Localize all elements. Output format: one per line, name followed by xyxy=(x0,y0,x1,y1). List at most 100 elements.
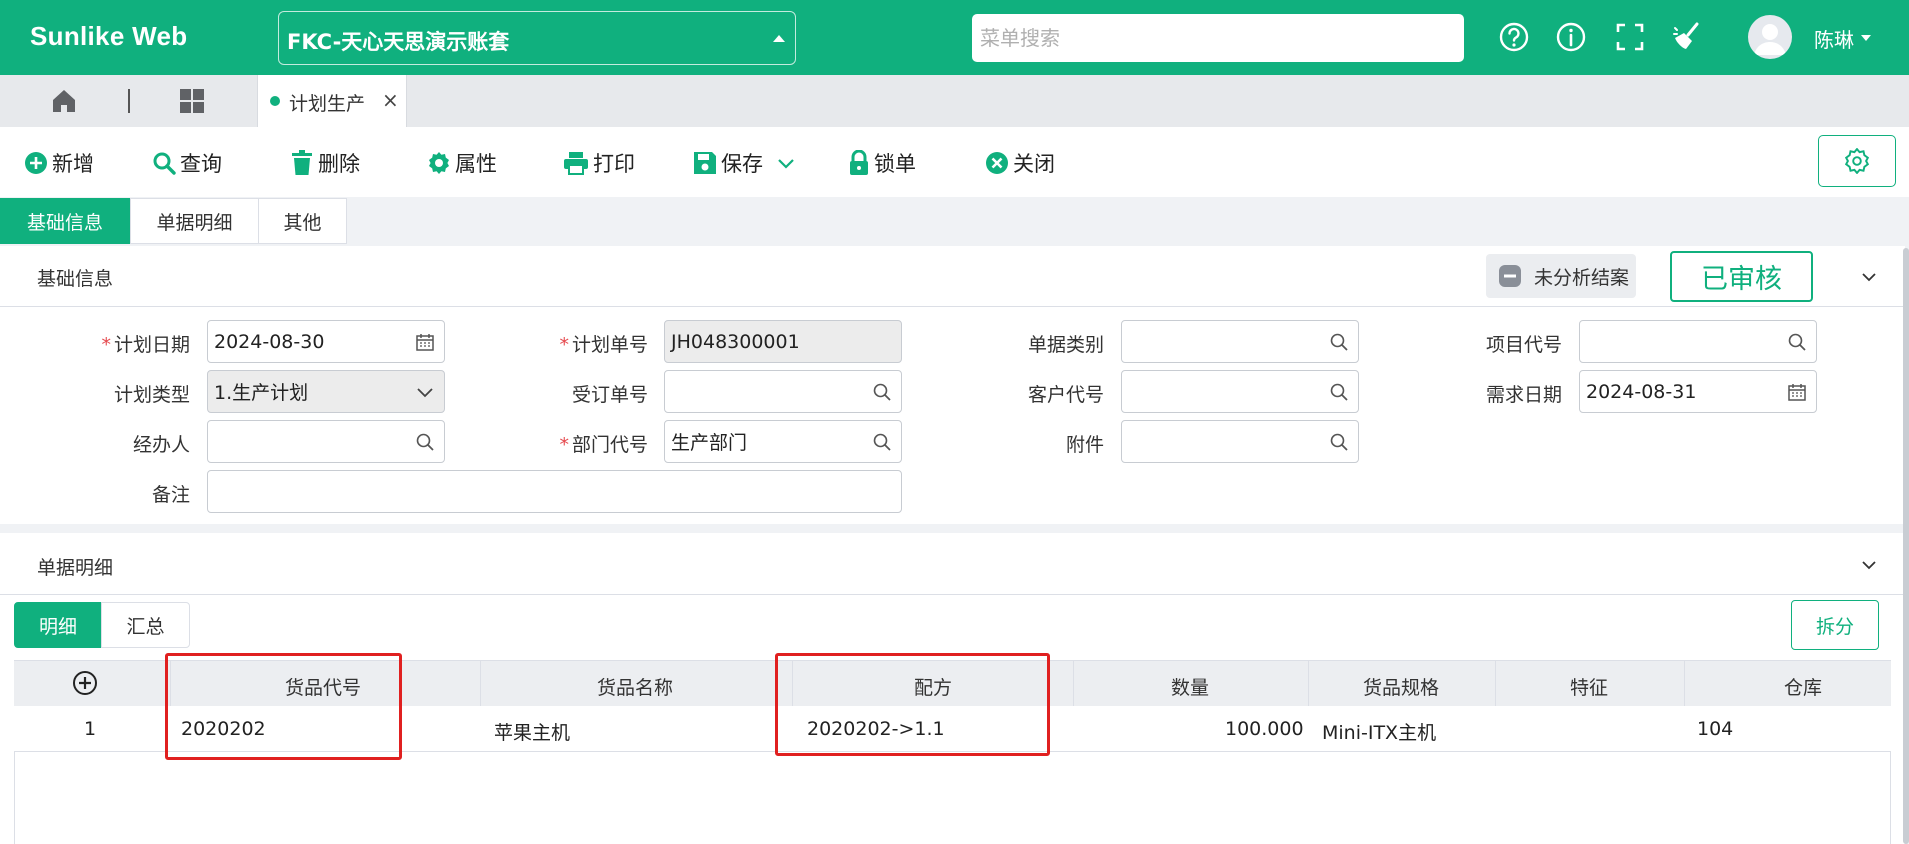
label-plan-date: * 计划日期 xyxy=(101,334,190,356)
tab-other[interactable]: 其他 xyxy=(258,198,347,244)
split-button[interactable]: 拆分 xyxy=(1791,600,1879,650)
cell-spec[interactable]: Mini-ITX主机 xyxy=(1322,718,1436,745)
label-demand-date: 需求日期 xyxy=(1485,384,1562,406)
col-warehouse[interactable]: 仓库 xyxy=(1784,673,1822,700)
floppy-disk-icon xyxy=(694,152,716,174)
add-row-icon[interactable] xyxy=(72,670,98,696)
approved-stamp: 已审核 xyxy=(1670,251,1813,302)
menu-search-input[interactable] xyxy=(972,14,1464,62)
chevron-down-icon[interactable] xyxy=(1862,558,1876,572)
unanalyzed-label: 未分析结案 xyxy=(1534,266,1630,289)
basic-info-title: 基础信息 xyxy=(37,268,114,290)
doc-type-field[interactable] xyxy=(1121,320,1359,363)
delete-button[interactable]: 删除 xyxy=(290,149,360,177)
row-index: 1 xyxy=(84,718,97,740)
print-button[interactable]: 打印 xyxy=(563,149,635,177)
label-order-no: 受订单号 xyxy=(571,384,648,406)
grid-apps-icon[interactable] xyxy=(178,87,206,115)
subtab-detail[interactable]: 明细 xyxy=(14,602,102,648)
vertical-scrollbar[interactable] xyxy=(1903,248,1909,844)
cell-product-name[interactable]: 苹果主机 xyxy=(494,718,570,745)
tab-basic-info[interactable]: 基础信息 xyxy=(0,198,130,244)
chevron-down-icon[interactable] xyxy=(415,382,435,402)
caret-up-icon xyxy=(773,35,785,42)
close-circle-icon xyxy=(986,152,1008,174)
home-icon[interactable] xyxy=(50,87,78,115)
plan-no-value: JH048300001 xyxy=(671,330,800,353)
info-icon[interactable] xyxy=(1554,20,1588,54)
label-customer-code: 客户代号 xyxy=(1027,384,1104,406)
cell-quantity[interactable]: 100.000 xyxy=(1225,718,1304,740)
col-quantity[interactable]: 数量 xyxy=(1171,673,1209,700)
demand-date-field[interactable]: 2024-08-31 xyxy=(1579,370,1817,413)
broom-icon[interactable] xyxy=(1670,20,1704,54)
search-icon[interactable] xyxy=(1329,382,1349,402)
unanalyzed-badge: 未分析结案 xyxy=(1486,254,1636,298)
project-code-field[interactable] xyxy=(1579,320,1817,363)
query-button[interactable]: 查询 xyxy=(152,149,222,177)
label-plan-no: * 计划单号 xyxy=(559,334,648,356)
toolbar: 新增 查询 删除 属性 打印 保存 锁单 关闭 xyxy=(0,127,1909,197)
tab-divider xyxy=(128,89,130,113)
order-no-field[interactable] xyxy=(664,370,902,413)
dept-code-value: 生产部门 xyxy=(671,432,748,454)
help-icon[interactable] xyxy=(1497,20,1531,54)
tab-plan-production[interactable]: 计划生产 × xyxy=(257,75,407,127)
calendar-icon[interactable] xyxy=(1787,382,1807,402)
label-remark: 备注 xyxy=(151,484,190,506)
search-icon[interactable] xyxy=(1329,332,1349,352)
cell-warehouse[interactable]: 104 xyxy=(1697,718,1733,740)
search-icon[interactable] xyxy=(1329,432,1349,452)
caret-down-icon[interactable] xyxy=(1861,35,1871,41)
remark-field[interactable] xyxy=(207,470,902,513)
save-label: 保存 xyxy=(721,152,763,176)
subtab-summary[interactable]: 汇总 xyxy=(101,602,190,648)
search-icon xyxy=(153,152,176,175)
label-plan-type: 计划类型 xyxy=(113,384,190,406)
close-icon[interactable]: × xyxy=(382,88,399,112)
tab-document-detail[interactable]: 单据明细 xyxy=(130,198,259,244)
save-button[interactable]: 保存 xyxy=(693,149,799,177)
col-feature[interactable]: 特征 xyxy=(1570,673,1608,700)
active-dot-icon xyxy=(270,96,280,106)
label-handler: 经办人 xyxy=(132,434,190,456)
highlight-box-recipe xyxy=(775,653,1050,756)
user-name[interactable]: 陈琳 xyxy=(1814,24,1854,53)
delete-label: 删除 xyxy=(318,152,360,176)
new-button[interactable]: 新增 xyxy=(24,149,94,177)
dept-code-field[interactable]: 生产部门 xyxy=(664,420,902,463)
plan-type-value: 1.生产计划 xyxy=(214,382,309,404)
minus-circle-icon xyxy=(1499,265,1521,287)
top-bar: Sunlike Web FKC-天心天思演示账套 陈琳 xyxy=(0,0,1909,75)
col-spec[interactable]: 货品规格 xyxy=(1363,673,1439,700)
chevron-down-icon[interactable] xyxy=(777,156,795,170)
lock-button[interactable]: 锁单 xyxy=(848,149,916,177)
avatar[interactable] xyxy=(1748,15,1792,59)
fullscreen-icon[interactable] xyxy=(1613,20,1647,54)
close-button[interactable]: 关闭 xyxy=(985,149,1055,177)
lock-icon xyxy=(850,150,868,175)
settings-button[interactable] xyxy=(1818,135,1896,187)
handler-field[interactable] xyxy=(207,420,445,463)
customer-code-field[interactable] xyxy=(1121,370,1359,413)
chevron-down-icon[interactable] xyxy=(1862,270,1876,284)
search-icon[interactable] xyxy=(872,382,892,402)
label-project-code: 项目代号 xyxy=(1485,334,1562,356)
highlight-box-product-code xyxy=(165,653,402,760)
plan-no-field: JH048300001 xyxy=(664,320,902,363)
demand-date-value: 2024-08-31 xyxy=(1586,380,1697,403)
search-icon[interactable] xyxy=(872,432,892,452)
property-button[interactable]: 属性 xyxy=(427,149,497,177)
trash-icon xyxy=(292,150,312,175)
plan-date-field[interactable]: 2024-08-30 xyxy=(207,320,445,363)
plan-type-select[interactable]: 1.生产计划 xyxy=(207,370,445,413)
search-icon[interactable] xyxy=(415,432,435,452)
attachment-field[interactable] xyxy=(1121,420,1359,463)
calendar-icon[interactable] xyxy=(415,332,435,352)
account-selector[interactable]: FKC-天心天思演示账套 xyxy=(278,11,796,65)
property-label: 属性 xyxy=(455,152,497,176)
col-product-name[interactable]: 货品名称 xyxy=(597,673,673,700)
label-dept-code: * 部门代号 xyxy=(559,434,648,456)
search-icon[interactable] xyxy=(1787,332,1807,352)
new-label: 新增 xyxy=(52,152,94,176)
